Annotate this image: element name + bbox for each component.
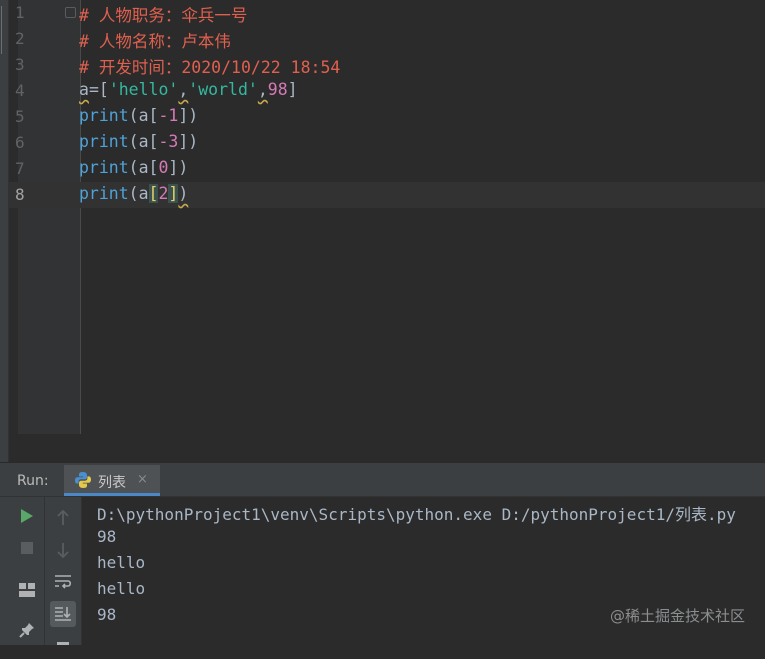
code-text: print(a[2]): [79, 184, 188, 203]
code-token: [: [148, 106, 159, 125]
code-token: a: [138, 158, 149, 177]
code-editor[interactable]: 1 # 人物职务：伞兵一号 2 # 人物名称：卢本伟 3 # 开发时间：2020/10/2…: [9, 0, 765, 462]
editor-empty-area[interactable]: [9, 434, 765, 462]
code-token: ]: [178, 132, 189, 151]
layout-icon[interactable]: [14, 577, 40, 603]
soft-wrap-icon[interactable]: [50, 569, 76, 595]
side-strip: [0, 0, 9, 462]
code-token: ): [188, 132, 199, 151]
console-line: hello: [97, 553, 146, 572]
code-token: 2: [158, 184, 169, 203]
code-token: ]: [168, 184, 179, 203]
code-token: [: [148, 184, 159, 203]
code-token: (: [128, 158, 139, 177]
code-token: print: [79, 158, 129, 177]
code-token: 'hello': [108, 80, 179, 99]
code-line[interactable]: 2 # 人物名称：卢本伟: [9, 26, 765, 52]
line-number: 1: [15, 3, 25, 22]
code-text: print(a[-1]): [79, 106, 198, 125]
console-line: 98: [97, 527, 117, 546]
code-token: [: [148, 158, 159, 177]
line-number: 4: [15, 81, 25, 100]
tab-label: 列表: [98, 475, 126, 491]
code-token: ,: [257, 80, 268, 99]
code-token: a: [138, 106, 149, 125]
code-token: # 人物名称：卢本伟: [79, 32, 231, 51]
code-text: print(a[0]): [79, 158, 188, 177]
console-line: 98: [97, 605, 117, 624]
code-line[interactable]: 7 print(a[0]): [9, 156, 765, 182]
code-token: print: [79, 106, 129, 125]
line-number: 7: [15, 159, 25, 178]
tab-run-config[interactable]: 列表 ×: [64, 465, 160, 496]
code-token: 98: [267, 80, 288, 99]
code-token: 0: [158, 158, 169, 177]
code-token: (: [128, 184, 139, 203]
code-line[interactable]: 8 print(a[2]): [9, 182, 765, 208]
line-number: 8: [15, 185, 25, 204]
run-toolbar-primary: [0, 497, 45, 645]
line-number: 3: [15, 55, 25, 74]
code-text: a=['hello','world',98]: [79, 80, 298, 99]
arrow-down-icon[interactable]: [50, 537, 76, 563]
arrow-up-icon[interactable]: [50, 505, 76, 531]
watermark: @稀土掘金技术社区: [609, 607, 745, 625]
fold-marker-icon[interactable]: [65, 7, 76, 18]
stop-icon[interactable]: [14, 535, 40, 561]
code-token: 'world': [188, 80, 258, 99]
code-token: (: [128, 132, 139, 151]
code-token: print: [79, 132, 129, 151]
print-icon[interactable]: [50, 633, 76, 659]
code-text: print(a[-3]): [79, 132, 198, 151]
console-line: hello: [97, 579, 146, 598]
code-line[interactable]: 5 print(a[-1]): [9, 104, 765, 130]
run-label: Run:: [17, 473, 49, 489]
code-line[interactable]: 4 a=['hello','world',98]: [9, 78, 765, 104]
code-token: =: [88, 80, 99, 99]
code-token: -1: [158, 106, 179, 125]
code-token: ): [188, 106, 199, 125]
code-token: # 人物职务：伞兵一号: [79, 6, 248, 25]
line-number: 2: [15, 29, 25, 48]
code-token: ): [178, 158, 189, 177]
close-icon[interactable]: ×: [137, 472, 148, 487]
python-icon: [75, 472, 91, 488]
code-line[interactable]: 1 # 人物职务：伞兵一号: [9, 0, 765, 26]
run-panel-header: Run: 列表 ×: [0, 465, 765, 497]
code-token: a: [138, 132, 149, 151]
code-token: [: [98, 80, 109, 99]
play-icon[interactable]: [14, 503, 40, 529]
code-text: # 人物名称：卢本伟: [79, 28, 231, 52]
code-text: # 人物职务：伞兵一号: [79, 2, 247, 26]
code-token: ): [178, 184, 189, 203]
code-token: # 开发时间：2020/10/22 18:54: [79, 58, 341, 77]
line-number: 6: [15, 133, 25, 152]
code-line[interactable]: 6 print(a[-3]): [9, 130, 765, 156]
code-token: ]: [287, 80, 298, 99]
code-token: -3: [158, 132, 179, 151]
code-line[interactable]: 3 # 开发时间：2020/10/22 18:54: [9, 52, 765, 78]
code-token: ]: [178, 106, 189, 125]
line-number: 5: [15, 107, 25, 126]
console-command-line: D:\pythonProject1\venv\Scripts\python.ex…: [97, 505, 736, 524]
code-text: # 开发时间：2020/10/22 18:54: [79, 54, 340, 78]
code-token: a: [138, 184, 149, 203]
strip-marker: [1, 6, 7, 54]
run-toolbar-secondary: [45, 497, 82, 645]
code-token: ]: [168, 158, 179, 177]
code-token: (: [128, 106, 139, 125]
code-token: [: [148, 132, 159, 151]
code-token: ,: [178, 80, 189, 99]
pin-icon[interactable]: [14, 617, 40, 643]
scroll-to-end-icon[interactable]: [50, 601, 76, 627]
code-token: print: [79, 184, 129, 203]
code-token: a: [79, 80, 89, 99]
